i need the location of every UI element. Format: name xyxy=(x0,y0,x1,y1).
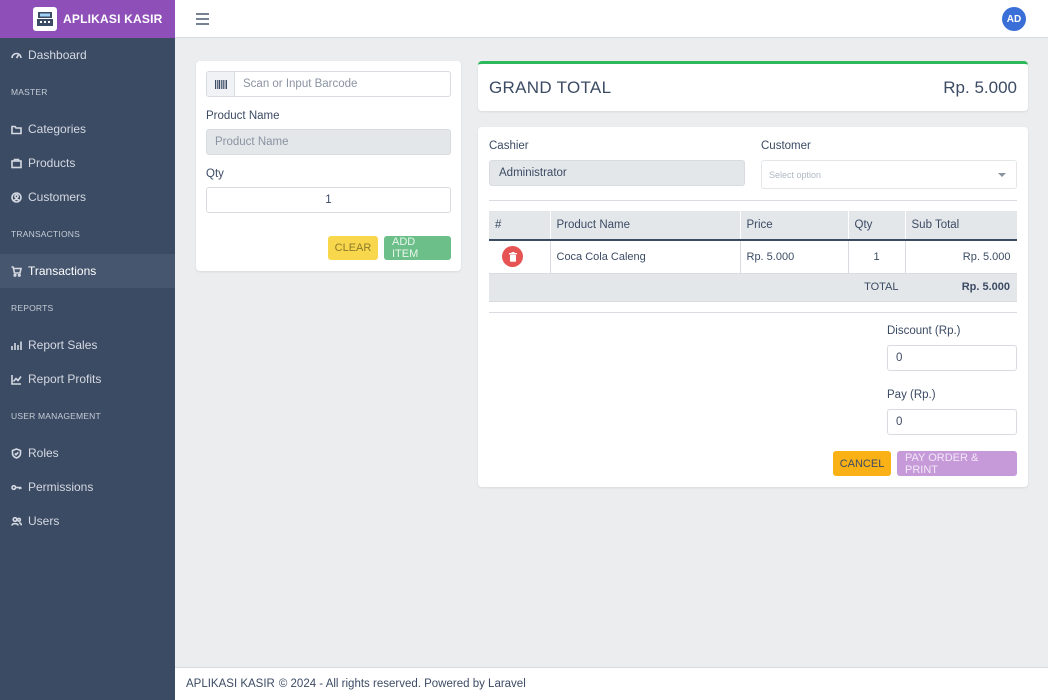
divider xyxy=(489,312,1017,313)
sidebar-item-customers[interactable]: Customers xyxy=(0,180,175,214)
sidebar-item-transactions[interactable]: Transactions xyxy=(0,254,175,288)
total-label: TOTAL xyxy=(489,273,906,302)
footer-brand: APLIKASI KASIR xyxy=(186,678,275,690)
grand-total-value: Rp. 5.000 xyxy=(943,77,1017,97)
discount-label: Discount (Rp.) xyxy=(887,325,961,337)
qty-input[interactable]: 1 xyxy=(206,187,451,213)
product-form-card: Scan or Input Barcode Product Name Produ… xyxy=(196,61,461,271)
product-name-label: Product Name xyxy=(206,110,280,122)
users-icon xyxy=(11,516,22,527)
trash-icon xyxy=(508,251,517,262)
sidebar-item-categories[interactable]: Categories xyxy=(0,112,175,146)
pay-label: Pay (Rp.) xyxy=(887,389,936,401)
sidebar-nav: Dashboard MASTER Categories Products Custome… xyxy=(0,38,175,538)
add-item-button[interactable]: ADD ITEM xyxy=(384,236,451,260)
pay-input[interactable]: 0 xyxy=(887,409,1017,435)
cashier-label: Cashier xyxy=(489,140,529,152)
barcode-input[interactable]: Scan or Input Barcode xyxy=(235,72,450,96)
cell-product: Coca Cola Caleng xyxy=(550,240,741,274)
order-card: Cashier Administrator Customer Select op… xyxy=(478,127,1028,487)
column-header: Sub Total xyxy=(905,211,1017,241)
sidebar-item-label: Categories xyxy=(28,122,87,136)
grand-total-card: GRAND TOTAL Rp. 5.000 xyxy=(478,61,1028,111)
footer-text: © 2024 - All rights reserved. Powered by… xyxy=(278,678,526,690)
sidebar-section-title: USER MANAGEMENT xyxy=(11,411,101,421)
total-value: Rp. 5.000 xyxy=(904,273,1017,302)
sidebar-item-report-profits[interactable]: Report Profits xyxy=(0,362,175,396)
briefcase-icon xyxy=(11,158,22,169)
sidebar-item-label: Roles xyxy=(28,446,59,460)
cash-register-icon xyxy=(33,7,57,31)
sidebar-item-report-sales[interactable]: Report Sales xyxy=(0,328,175,362)
sidebar-item-label: Dashboard xyxy=(28,48,87,62)
sidebar-item-label: Users xyxy=(28,514,60,528)
sidebar-item-label: Report Profits xyxy=(28,372,102,386)
column-header: Product Name xyxy=(550,211,741,241)
line-chart-icon xyxy=(11,374,22,385)
sidebar-section-title: REPORTS xyxy=(11,303,54,313)
brand-name: APLIKASI KASIR xyxy=(63,12,163,26)
sidebar-section-title: MASTER xyxy=(11,87,48,97)
grand-total-label: GRAND TOTAL xyxy=(489,77,612,97)
menu-toggle-icon[interactable] xyxy=(196,13,209,25)
delete-item-button[interactable] xyxy=(502,246,523,268)
discount-input[interactable]: 0 xyxy=(887,345,1017,371)
cell-qty: 1 xyxy=(848,240,906,274)
column-header: # xyxy=(489,211,551,241)
table-header-row: # Product Name Price Qty Sub Total xyxy=(489,211,1017,241)
cell-subtotal: Rp. 5.000 xyxy=(905,240,1017,274)
user-circle-icon xyxy=(11,191,22,203)
sidebar-item-users[interactable]: Users xyxy=(0,504,175,538)
sidebar-item-label: Products xyxy=(28,156,76,170)
chevron-down-icon xyxy=(998,173,1006,177)
barcode-icon xyxy=(207,72,235,96)
clear-button[interactable]: CLEAR xyxy=(328,236,378,260)
key-icon xyxy=(11,482,22,493)
bar-chart-icon xyxy=(11,340,22,351)
column-header: Qty xyxy=(848,211,906,241)
avatar[interactable]: AD xyxy=(1002,7,1026,31)
pay-order-print-button[interactable]: PAY ORDER & PRINT xyxy=(897,451,1017,476)
table-row: Coca Cola Caleng Rp. 5.000 1 Rp. 5.000 xyxy=(489,240,1017,274)
sidebar-section-title: TRANSACTIONS xyxy=(11,229,80,239)
brand[interactable]: APLIKASI KASIR xyxy=(0,0,175,38)
header: AD xyxy=(175,0,1048,38)
shield-icon xyxy=(11,447,22,459)
total-row: TOTAL Rp. 5.000 xyxy=(489,273,1017,302)
sidebar-item-products[interactable]: Products xyxy=(0,146,175,180)
cell-price: Rp. 5.000 xyxy=(740,240,849,274)
sidebar-item-label: Customers xyxy=(28,190,87,204)
customer-select[interactable]: Select option xyxy=(761,160,1017,189)
qty-label: Qty xyxy=(206,168,224,180)
barcode-input-group: Scan or Input Barcode xyxy=(206,71,451,97)
sidebar-item-label: Permissions xyxy=(28,480,94,494)
sidebar-item-permissions[interactable]: Permissions xyxy=(0,470,175,504)
customer-select-placeholder: Select option xyxy=(769,169,822,180)
sidebar: APLIKASI KASIR Dashboard MASTER Categories… xyxy=(0,0,175,700)
footer: APLIKASI KASIR © 2024 - All rights reser… xyxy=(175,667,1048,700)
sidebar-item-label: Report Sales xyxy=(28,338,98,352)
cancel-button[interactable]: CANCEL xyxy=(833,451,891,476)
sidebar-item-label: Transactions xyxy=(28,264,97,278)
divider xyxy=(489,200,1017,201)
folder-icon xyxy=(11,124,22,135)
cart-icon xyxy=(11,265,22,277)
product-name-input: Product Name xyxy=(206,129,451,155)
order-table: # Product Name Price Qty Sub Total Coca … xyxy=(489,211,1017,302)
sidebar-item-dashboard[interactable]: Dashboard xyxy=(0,38,175,72)
sidebar-item-roles[interactable]: Roles xyxy=(0,436,175,470)
dashboard-icon xyxy=(11,50,22,61)
customer-label: Customer xyxy=(761,140,811,152)
column-header: Price xyxy=(740,211,849,241)
cashier-input: Administrator xyxy=(489,160,745,186)
